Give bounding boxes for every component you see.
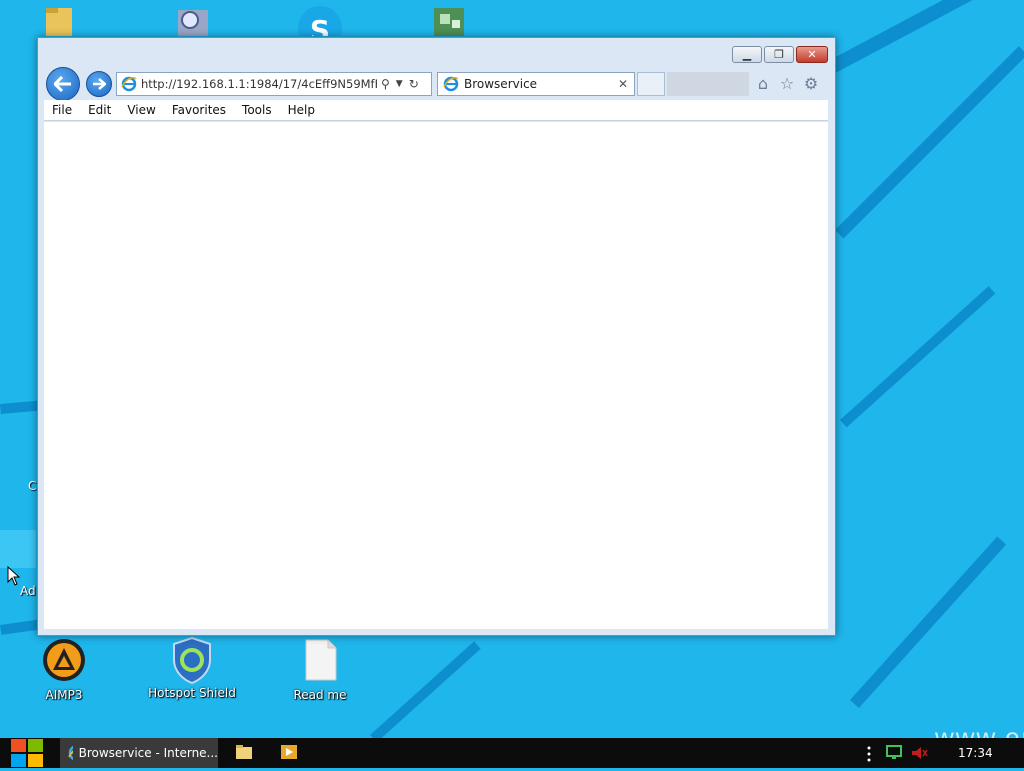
- background-stripe: [835, 46, 1024, 239]
- file-explorer-icon[interactable]: [235, 744, 253, 760]
- menu-view[interactable]: View: [119, 103, 163, 117]
- minimize-icon: ▁: [742, 48, 752, 61]
- address-text[interactable]: http://192.168.1.1:1984/17/4cEff9N59MfFc…: [141, 77, 377, 91]
- network-icon[interactable]: [886, 745, 904, 761]
- desktop-icon-read-me[interactable]: Read me: [275, 638, 365, 702]
- ie-tab-icon: [443, 76, 459, 92]
- restore-button[interactable]: ❐: [764, 46, 794, 63]
- svg-text:S: S: [310, 14, 330, 36]
- desktop-icon-hotspot-shield[interactable]: Hotspot Shield: [147, 636, 237, 700]
- tab-browservice[interactable]: Browservice ✕: [437, 72, 635, 96]
- minimize-button[interactable]: ▁: [732, 46, 762, 63]
- volume-muted-icon[interactable]: [910, 745, 928, 761]
- gear-icon[interactable]: ⚙: [802, 74, 820, 93]
- desktop-icon-skype-partial[interactable]: S: [296, 0, 344, 36]
- menu-bar: File Edit View Favorites Tools Help: [44, 100, 828, 121]
- chevron-down-icon[interactable]: ▼: [396, 79, 403, 89]
- hotspot-shield-icon: [170, 636, 214, 685]
- background-stripe: [370, 641, 481, 743]
- media-player-icon[interactable]: [280, 744, 298, 760]
- menu-edit[interactable]: Edit: [80, 103, 119, 117]
- navigation-bar: http://192.168.1.1:1984/17/4cEff9N59MfFc…: [46, 67, 826, 101]
- menu-help[interactable]: Help: [280, 103, 323, 117]
- desktop-icon-label: Read me: [293, 688, 347, 702]
- installer-icon: [434, 8, 464, 36]
- menu-tools[interactable]: Tools: [234, 103, 280, 117]
- start-button[interactable]: [10, 738, 44, 768]
- partial-label-ad: Ad: [20, 584, 36, 598]
- ie-page-icon: [121, 76, 137, 92]
- restore-icon: ❐: [774, 48, 784, 61]
- close-icon: ✕: [807, 48, 817, 61]
- menu-favorites[interactable]: Favorites: [164, 103, 234, 117]
- menu-file[interactable]: File: [44, 103, 80, 117]
- desktop-icon-label: AIMP3: [45, 688, 83, 702]
- window-caption-buttons: ▁ ❐ ✕: [732, 46, 828, 63]
- taskbar-item-browser[interactable]: Browservice - Interne...: [60, 738, 218, 768]
- search-icon[interactable]: ⚲: [381, 77, 390, 91]
- magnifier-icon: [178, 10, 208, 36]
- folder-icon: [46, 8, 72, 36]
- taskbar: Browservice - Interne... 17:34: [0, 738, 1024, 768]
- ie-taskbar-icon: [68, 746, 73, 760]
- desktop-icon-aimp3[interactable]: AIMP3: [19, 638, 109, 702]
- back-button[interactable]: [46, 67, 80, 101]
- skype-icon: S: [298, 6, 342, 36]
- arrow-right-icon: [93, 78, 106, 90]
- new-tab-button[interactable]: [637, 72, 665, 96]
- browser-window[interactable]: ▁ ❐ ✕ http://192.168.1.1:1984/17/4cEff9N…: [37, 37, 836, 636]
- desktop-icon-app-partial[interactable]: [424, 0, 472, 36]
- partial-label-c: C: [28, 479, 37, 493]
- close-button[interactable]: ✕: [796, 46, 828, 63]
- background-stripe: [0, 530, 36, 568]
- page-content[interactable]: [44, 122, 828, 629]
- address-bar[interactable]: http://192.168.1.1:1984/17/4cEff9N59MfFc…: [116, 72, 432, 96]
- tray-overflow-icon[interactable]: [866, 746, 872, 762]
- background-stripe: [0, 400, 41, 414]
- background-stripe: [840, 286, 996, 428]
- taskbar-clock[interactable]: 17:34: [958, 746, 993, 760]
- background-stripe: [830, 0, 1024, 73]
- arrow-left-icon: [54, 76, 71, 92]
- tab-title: Browservice: [464, 77, 538, 91]
- desktop-icon-folder-partial[interactable]: [44, 0, 74, 36]
- tab-close-icon[interactable]: ✕: [615, 77, 631, 91]
- forward-button[interactable]: [86, 71, 112, 97]
- refresh-icon[interactable]: ↻: [409, 77, 419, 91]
- taskbar-item-label: Browservice - Interne...: [78, 746, 218, 760]
- aimp3-icon: [42, 638, 86, 682]
- background-stripe: [0, 619, 42, 635]
- document-icon: [298, 638, 342, 682]
- background-stripe: [850, 536, 1007, 709]
- home-icon[interactable]: ⌂: [754, 74, 772, 93]
- windows-logo-icon: [11, 739, 43, 767]
- toolbar-spacer: [667, 72, 749, 96]
- desktop-icon-label: Hotspot Shield: [148, 686, 236, 700]
- favorites-star-icon[interactable]: ☆: [778, 74, 796, 93]
- mouse-cursor-icon: [7, 566, 21, 586]
- desktop-icon-search-partial[interactable]: [170, 0, 214, 36]
